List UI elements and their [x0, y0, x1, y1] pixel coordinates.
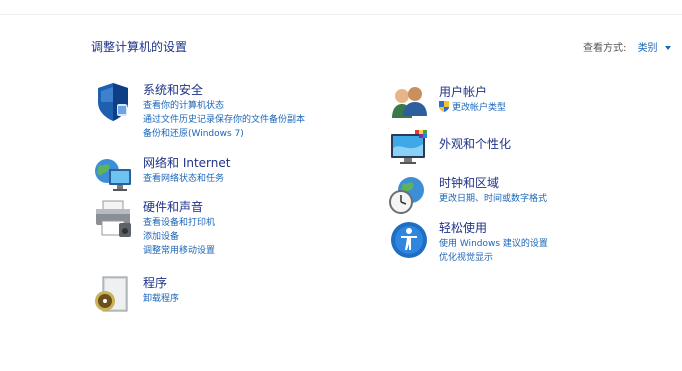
link-add-device[interactable]: 添加设备: [143, 230, 215, 244]
link-mobility-settings[interactable]: 调整常用移动设置: [143, 244, 215, 258]
link-view-computer-status[interactable]: 查看你的计算机状态: [143, 99, 305, 113]
category-title[interactable]: 用户帐户: [439, 84, 506, 101]
network-globe-icon[interactable]: [93, 155, 133, 195]
view-by-label: 查看方式:: [583, 43, 627, 54]
program-disc-icon[interactable]: [93, 275, 133, 315]
link-network-status[interactable]: 查看网络状态和任务: [143, 172, 230, 186]
category-title[interactable]: 系统和安全: [143, 82, 305, 99]
uac-shield-icon: [439, 101, 449, 112]
monitor-palette-icon[interactable]: [389, 128, 429, 168]
printer-icon[interactable]: [93, 199, 133, 239]
ease-of-access-icon[interactable]: [389, 220, 429, 260]
category-title[interactable]: 时钟和区域: [439, 175, 547, 192]
view-by: 查看方式: 类别: [583, 39, 671, 54]
category-title[interactable]: 程序: [143, 275, 179, 292]
view-by-dropdown[interactable]: 类别: [638, 43, 658, 54]
category-title[interactable]: 硬件和声音: [143, 199, 215, 216]
page-title: 调整计算机的设置: [91, 40, 188, 54]
category-title[interactable]: 轻松使用: [439, 220, 548, 237]
shield-icon[interactable]: [93, 82, 133, 122]
link-change-account-type[interactable]: 更改帐户类型: [452, 103, 506, 113]
top-divider: [0, 14, 682, 15]
link-recommended-settings[interactable]: 使用 Windows 建议的设置: [439, 237, 548, 251]
link-devices-printers[interactable]: 查看设备和打印机: [143, 216, 215, 230]
chevron-down-icon[interactable]: [664, 46, 671, 50]
clock-globe-icon[interactable]: [389, 175, 429, 215]
link-optimize-visual-display[interactable]: 优化视觉显示: [439, 251, 548, 265]
link-row: 更改帐户类型: [439, 101, 506, 115]
link-uninstall-program[interactable]: 卸载程序: [143, 292, 179, 306]
link-change-date-time[interactable]: 更改日期、时间或数字格式: [439, 192, 547, 206]
category-title[interactable]: 外观和个性化: [439, 136, 511, 153]
category-title[interactable]: 网络和 Internet: [143, 155, 230, 172]
users-icon[interactable]: [389, 84, 429, 124]
link-backup-restore[interactable]: 备份和还原(Windows 7): [143, 127, 305, 141]
link-file-history[interactable]: 通过文件历史记录保存你的文件备份副本: [143, 113, 305, 127]
